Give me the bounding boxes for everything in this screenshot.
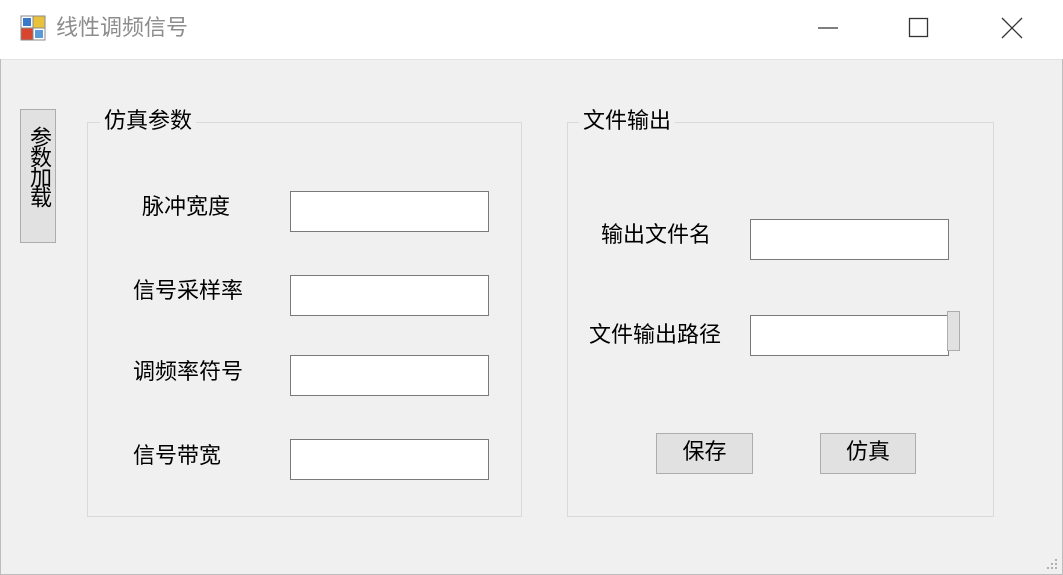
bandwidth-label: 信号带宽: [133, 444, 222, 469]
resize-grip-icon[interactable]: [1043, 555, 1059, 571]
chirp-rate-sign-input[interactable]: [290, 355, 489, 396]
load-parameters-button[interactable]: 参数加载: [20, 109, 56, 243]
output-path-input[interactable]: [750, 315, 949, 356]
pulse-width-label: 脉冲宽度: [142, 195, 231, 220]
output-path-label: 文件输出路径: [589, 323, 722, 348]
browse-path-button[interactable]: [947, 311, 960, 351]
minimize-icon: [818, 27, 838, 29]
simulate-button[interactable]: 仿真: [820, 433, 916, 474]
minimize-button[interactable]: [792, 0, 862, 56]
save-button[interactable]: 保存: [656, 433, 753, 474]
load-parameters-label: 参数加载: [26, 126, 51, 206]
output-filename-input[interactable]: [750, 219, 949, 260]
pulse-width-input[interactable]: [290, 191, 489, 232]
sample-rate-label: 信号采样率: [133, 279, 244, 304]
maximize-icon: [908, 17, 929, 38]
bandwidth-input[interactable]: [290, 439, 489, 480]
title-bar[interactable]: 线性调频信号: [0, 0, 1063, 60]
close-icon: [1001, 17, 1023, 39]
maximize-button[interactable]: [883, 0, 953, 56]
output-filename-label: 输出文件名: [601, 223, 712, 248]
chirp-rate-sign-label: 调频率符号: [133, 360, 244, 385]
close-button[interactable]: [976, 0, 1046, 56]
sample-rate-input[interactable]: [290, 275, 489, 316]
window-title: 线性调频信号: [56, 16, 189, 41]
simulation-params-title: 仿真参数: [100, 107, 197, 137]
app-window-icon: [20, 15, 48, 43]
file-output-title: 文件输出: [579, 107, 676, 137]
